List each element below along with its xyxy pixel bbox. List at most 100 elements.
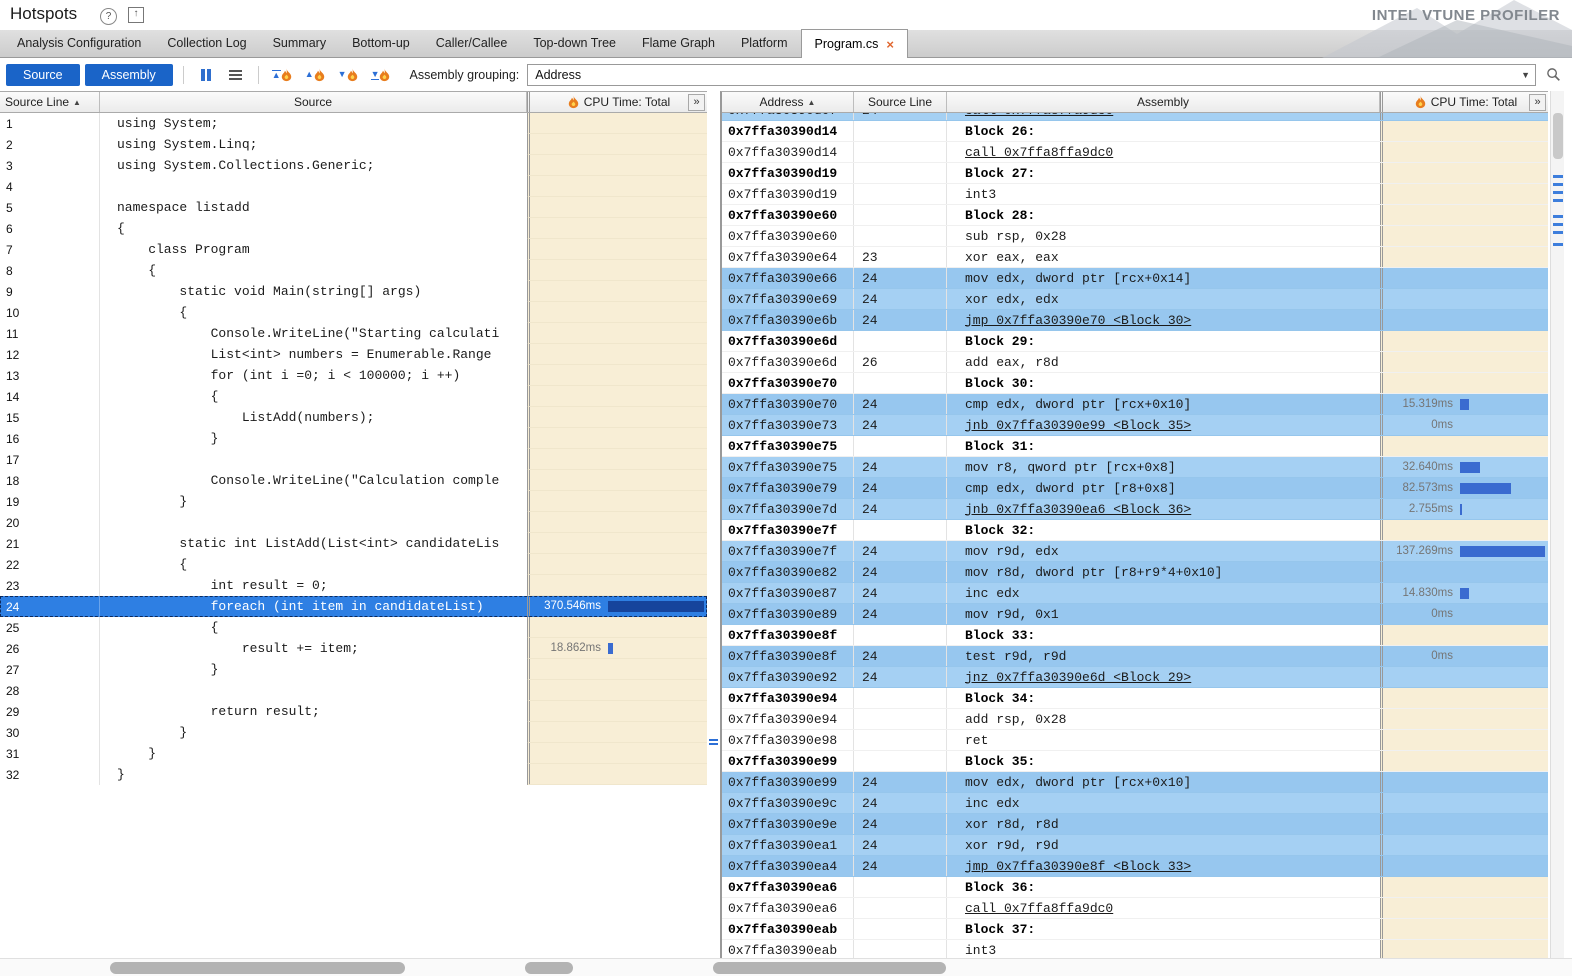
asm-row[interactable]: 0x7ffa30390e6624mov edx, dword ptr [rcx+… xyxy=(722,268,1548,289)
asm-row[interactable]: 0x7ffa30390e7324jnb 0x7ffa30390e99 <Bloc… xyxy=(722,415,1548,436)
tab-caller-callee[interactable]: Caller/Callee xyxy=(423,30,521,57)
asm-row[interactable]: 0x7ffa30390ea124xor r9d, r9d xyxy=(722,835,1548,856)
source-row[interactable]: 12 List<int> numbers = Enumerable.Range xyxy=(0,344,707,365)
source-row[interactable]: 7 class Program xyxy=(0,239,707,260)
source-row[interactable]: 32} xyxy=(0,764,707,785)
tab-program-cs[interactable]: Program.cs× xyxy=(801,29,909,58)
asm-row[interactable]: 0x7ffa30390e7f24mov r9d, edx137.269ms xyxy=(722,541,1548,562)
assembly-hscroll-thumb[interactable] xyxy=(713,962,946,974)
asm-row[interactable]: 0x7ffa30390e98ret xyxy=(722,730,1548,751)
source-row[interactable]: 6{ xyxy=(0,218,707,239)
asm-row[interactable]: 0x7ffa30390e60sub rsp, 0x28 xyxy=(722,226,1548,247)
tab-close-icon[interactable]: × xyxy=(886,38,894,51)
source-row[interactable]: 3using System.Collections.Generic; xyxy=(0,155,707,176)
source-row[interactable]: 29 return result; xyxy=(0,701,707,722)
pause-collection-icon[interactable] xyxy=(193,64,219,86)
tab-flame-graph[interactable]: Flame Graph xyxy=(629,30,728,57)
source-row[interactable]: 11 Console.WriteLine("Starting calculati xyxy=(0,323,707,344)
asm-row[interactable]: 0x7ffa30390e94Block 34: xyxy=(722,688,1548,709)
col-header-asm-source-line[interactable]: Source Line xyxy=(854,92,947,112)
source-row[interactable]: 13 for (int i =0; i < 100000; i ++) xyxy=(0,365,707,386)
source-row[interactable]: 1using System; xyxy=(0,113,707,134)
asm-row[interactable]: 0x7ffa30390e8f24test r9d, r9d0ms xyxy=(722,646,1548,667)
asm-row[interactable]: 0x7ffa30390e6d26add eax, r8d xyxy=(722,352,1548,373)
asm-row[interactable]: 0x7ffa30390e6924xor edx, edx xyxy=(722,289,1548,310)
asm-row[interactable]: 0x7ffa30390e7924cmp edx, dword ptr [r8+0… xyxy=(722,478,1548,499)
source-row[interactable]: 10 { xyxy=(0,302,707,323)
asm-link[interactable]: call 0x7ffa8ffa9dc0 xyxy=(965,145,1113,160)
asm-link[interactable]: call 0x7ffa8ffa9dc0 xyxy=(965,113,1113,118)
assembly-grouping-select[interactable]: Address ▼ xyxy=(527,64,1536,86)
hotspot-heat-marker[interactable] xyxy=(1553,175,1563,178)
asm-row[interactable]: 0x7ffa30390d0f24call 0x7ffa8ffa9dc0 xyxy=(722,113,1548,121)
expand-columns-button[interactable]: » xyxy=(688,94,705,111)
hotspot-heat-marker[interactable] xyxy=(1553,231,1563,234)
source-row[interactable]: 27 } xyxy=(0,659,707,680)
asm-row[interactable]: 0x7ffa30390e6b24jmp 0x7ffa30390e70 <Bloc… xyxy=(722,310,1548,331)
cpu-hscroll-thumb[interactable] xyxy=(525,962,573,974)
source-row[interactable]: 17 xyxy=(0,449,707,470)
asm-row[interactable]: 0x7ffa30390e8724inc edx14.830ms xyxy=(722,583,1548,604)
tab-collection-log[interactable]: Collection Log xyxy=(154,30,259,57)
hotspot-heat-marker[interactable] xyxy=(1553,199,1563,202)
source-row[interactable]: 30 } xyxy=(0,722,707,743)
asm-link[interactable]: jmp 0x7ffa30390e8f <Block 33> xyxy=(965,859,1191,874)
source-row[interactable]: 21 static int ListAdd(List<int> candidat… xyxy=(0,533,707,554)
asm-row[interactable]: 0x7ffa30390e60Block 28: xyxy=(722,205,1548,226)
asm-row[interactable]: 0x7ffa30390e8924mov r9d, 0x10ms xyxy=(722,604,1548,625)
assembly-toggle-button[interactable]: Assembly xyxy=(85,64,173,86)
col-header-source[interactable]: Source xyxy=(100,92,527,112)
asm-row[interactable]: 0x7ffa30390d19Block 27: xyxy=(722,163,1548,184)
asm-row[interactable]: 0x7ffa30390eabint3 xyxy=(722,940,1548,958)
asm-link[interactable]: jmp 0x7ffa30390e70 <Block 30> xyxy=(965,313,1191,328)
source-row[interactable]: 16 } xyxy=(0,428,707,449)
source-row[interactable]: 26 result += item;18.862ms xyxy=(0,638,707,659)
asm-row[interactable]: 0x7ffa30390d14Block 26: xyxy=(722,121,1548,142)
col-header-address[interactable]: Address ▲ xyxy=(722,92,854,112)
asm-row[interactable]: 0x7ffa30390e6423xor eax, eax xyxy=(722,247,1548,268)
col-header-assembly[interactable]: Assembly xyxy=(947,92,1380,112)
source-row[interactable]: 24 foreach (int item in candidateList)37… xyxy=(0,596,707,617)
tab-summary[interactable]: Summary xyxy=(260,30,339,57)
jump-to-coldest-icon[interactable]: ▼ xyxy=(367,64,396,86)
view-mode-icon[interactable] xyxy=(223,64,249,86)
source-row[interactable]: 20 xyxy=(0,512,707,533)
source-row[interactable]: 15 ListAdd(numbers); xyxy=(0,407,707,428)
asm-row[interactable]: 0x7ffa30390e9c24inc edx xyxy=(722,793,1548,814)
asm-row[interactable]: 0x7ffa30390e9924mov edx, dword ptr [rcx+… xyxy=(722,772,1548,793)
asm-row[interactable]: 0x7ffa30390e7024cmp edx, dword ptr [rcx+… xyxy=(722,394,1548,415)
asm-row[interactable]: 0x7ffa30390d14call 0x7ffa8ffa9dc0 xyxy=(722,142,1548,163)
asm-row[interactable]: 0x7ffa30390e7d24jnb 0x7ffa30390ea6 <Bloc… xyxy=(722,499,1548,520)
asm-row[interactable]: 0x7ffa30390e7fBlock 32: xyxy=(722,520,1548,541)
tab-analysis-configuration[interactable]: Analysis Configuration xyxy=(4,30,154,57)
tab-top-down-tree[interactable]: Top-down Tree xyxy=(520,30,629,57)
col-header-source-line[interactable]: Source Line ▲ xyxy=(0,92,100,112)
source-row[interactable]: 22 { xyxy=(0,554,707,575)
previous-hot-line-icon[interactable]: ▲ xyxy=(301,64,330,86)
vertical-scrollbar[interactable] xyxy=(1550,91,1564,958)
expand-columns-button[interactable]: » xyxy=(1529,94,1546,111)
asm-row[interactable]: 0x7ffa30390ea6Block 36: xyxy=(722,877,1548,898)
tab-bottom-up[interactable]: Bottom-up xyxy=(339,30,423,57)
source-row[interactable]: 8 { xyxy=(0,260,707,281)
asm-row[interactable]: 0x7ffa30390e9e24xor r8d, r8d xyxy=(722,814,1548,835)
asm-row[interactable]: 0x7ffa30390e94add rsp, 0x28 xyxy=(722,709,1548,730)
next-hot-line-icon[interactable]: ▼ xyxy=(334,64,363,86)
asm-link[interactable]: jnb 0x7ffa30390e99 <Block 35> xyxy=(965,418,1191,433)
hotspot-heat-marker[interactable] xyxy=(1553,183,1563,186)
hotspot-heat-marker[interactable] xyxy=(1553,243,1563,246)
search-icon[interactable] xyxy=(1540,64,1566,86)
asm-row[interactable]: 0x7ffa30390e9224jnz 0x7ffa30390e6d <Bloc… xyxy=(722,667,1548,688)
source-row[interactable]: 14 { xyxy=(0,386,707,407)
source-row[interactable]: 31 } xyxy=(0,743,707,764)
asm-row[interactable]: 0x7ffa30390e8224mov r8d, dword ptr [r8+r… xyxy=(722,562,1548,583)
source-toggle-button[interactable]: Source xyxy=(6,64,80,86)
asm-row[interactable]: 0x7ffa30390e8fBlock 33: xyxy=(722,625,1548,646)
asm-link[interactable]: call 0x7ffa8ffa9dc0 xyxy=(965,901,1113,916)
hotspot-heat-marker[interactable] xyxy=(1553,223,1563,226)
col-header-asm-cpu-time[interactable]: CPU Time: Total » xyxy=(1380,92,1548,112)
source-row[interactable]: 5namespace listadd xyxy=(0,197,707,218)
asm-link[interactable]: jnb 0x7ffa30390ea6 <Block 36> xyxy=(965,502,1191,517)
tab-platform[interactable]: Platform xyxy=(728,30,801,57)
hotspot-heat-marker[interactable] xyxy=(1553,215,1563,218)
